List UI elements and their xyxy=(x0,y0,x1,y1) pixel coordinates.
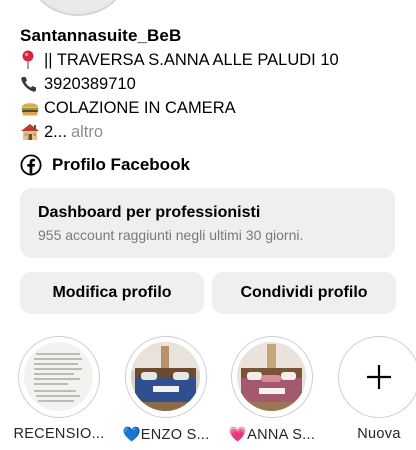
pin-icon xyxy=(20,50,42,70)
bedroom-photo-thumbnail xyxy=(237,342,306,411)
highlight-label: Nuova xyxy=(357,426,401,442)
highlight-enzo[interactable] xyxy=(125,336,207,418)
highlight-label: RECENSIO... xyxy=(13,426,105,442)
professional-dashboard[interactable]: Dashboard per professionisti 955 account… xyxy=(20,188,395,258)
facebook-icon xyxy=(20,154,42,176)
dashboard-subtitle: 955 account raggiunti negli ultimi 30 gi… xyxy=(38,227,304,243)
highlight-reviews[interactable] xyxy=(18,336,100,418)
new-highlight-button[interactable] xyxy=(338,336,416,418)
highlight-label: 💗ANNA S... xyxy=(228,427,316,443)
facebook-profile-link[interactable]: Profilo Facebook xyxy=(20,152,190,178)
text-screenshot-thumbnail xyxy=(24,342,93,411)
profile-username: Santannasuite_BeB xyxy=(20,26,182,45)
bedroom-photo-thumbnail xyxy=(131,342,200,411)
phone-icon xyxy=(20,75,42,93)
highlight-anna[interactable] xyxy=(231,336,313,418)
dashboard-title: Dashboard per professionisti xyxy=(38,204,261,221)
bio-line-phone[interactable]: 3920389710 xyxy=(20,72,136,96)
share-profile-button[interactable]: Condividi profilo xyxy=(212,272,396,314)
plus-icon xyxy=(339,337,416,416)
highlight-label: 💙ENZO S... xyxy=(122,427,210,443)
more-link[interactable]: altro xyxy=(71,123,103,142)
bio-line-more[interactable]: 2... altro xyxy=(20,120,103,144)
burger-icon xyxy=(20,99,42,117)
house-icon xyxy=(20,123,42,141)
bio-line-address: || TRAVERSA S.ANNA ALLE PALUDI 10 xyxy=(20,48,339,72)
edit-profile-button[interactable]: Modifica profilo xyxy=(20,272,204,314)
profile-avatar[interactable] xyxy=(28,0,128,16)
bio-line-breakfast: COLAZIONE IN CAMERA xyxy=(20,96,236,120)
